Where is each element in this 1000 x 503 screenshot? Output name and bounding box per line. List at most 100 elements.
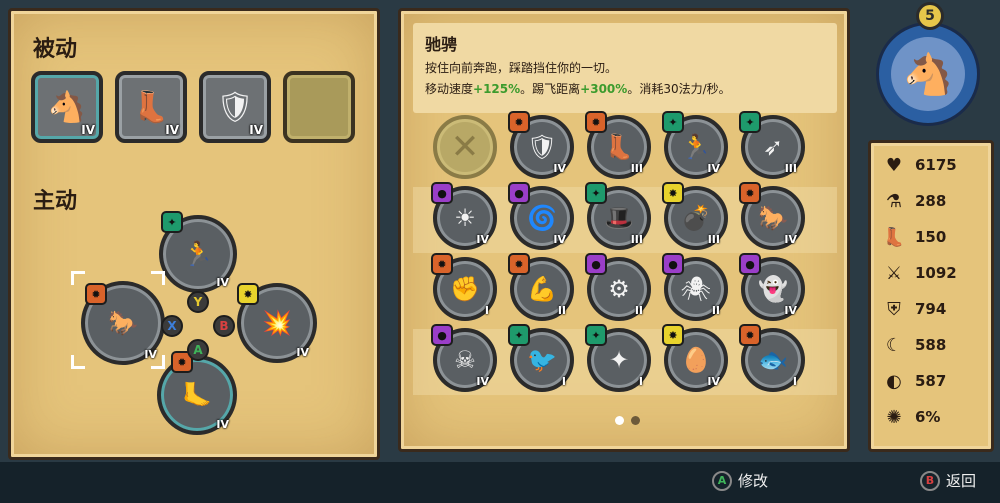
- stat-health: ♥ 6175: [879, 149, 989, 181]
- rank-label: II: [634, 304, 643, 317]
- moon-icon: ☾: [885, 334, 903, 356]
- rank-label: IV: [296, 346, 309, 359]
- crossed-swords-icon: ⚔: [885, 262, 903, 284]
- purple-badge-icon: ●: [508, 182, 530, 204]
- edit-control[interactable]: A 修改: [712, 470, 768, 491]
- edit-label: 修改: [738, 472, 769, 490]
- purple-badge-icon: ●: [431, 324, 453, 346]
- heart-icon: ♥: [885, 154, 903, 176]
- selection-corner-icon: [71, 355, 85, 369]
- rank-label: IV: [707, 162, 720, 175]
- skill-description: 驰骋 按住向前奔跑，踩踏挡住你的一切。 移动速度+125%。踢飞距离+300%。…: [413, 23, 837, 113]
- yellow-badge-icon: ✸: [237, 283, 259, 305]
- rank-label: IV: [784, 233, 797, 246]
- game-screen: 被动 🐴 IV 👢 IV 🛡 IV 主动 🏃 IV ✦ 🐎 IV ✹ 💥 IV: [0, 0, 1000, 503]
- green-badge-icon: ✦: [161, 211, 183, 233]
- stat-value: 794: [915, 300, 947, 318]
- passive-slot-4-empty[interactable]: [283, 71, 355, 143]
- yellow-badge-icon: ✸: [662, 182, 684, 204]
- selection-corner-icon: [71, 271, 85, 285]
- purple-badge-icon: ●: [739, 253, 761, 275]
- skill-cell[interactable]: ✕: [433, 115, 497, 179]
- rank-label: IV: [81, 123, 95, 137]
- stat-value: 588: [915, 336, 947, 354]
- orange-badge-icon: ✹: [85, 283, 107, 305]
- rank-label: I: [792, 375, 797, 388]
- purple-badge-icon: ●: [431, 182, 453, 204]
- orange-badge-icon: ✹: [508, 253, 530, 275]
- skill-title: 驰骋: [425, 35, 458, 54]
- stat-value: 1092: [915, 264, 957, 282]
- a-button-icon: A: [187, 339, 209, 361]
- stat-defense: ⛨ 794: [879, 293, 989, 325]
- cancel-icon: ✕: [450, 127, 480, 167]
- rank-label: I: [484, 304, 489, 317]
- purple-badge-icon: ●: [585, 253, 607, 275]
- orange-badge-icon: ✹: [431, 253, 453, 275]
- rank-label: II: [557, 304, 566, 317]
- rank-label: IV: [784, 304, 797, 317]
- rank-label: IV: [216, 418, 229, 431]
- burst-icon: ✺: [886, 406, 902, 428]
- back-control[interactable]: B 返回: [920, 470, 976, 491]
- passive-slot-2[interactable]: 👢 IV: [115, 71, 187, 143]
- orange-badge-icon: ✹: [739, 324, 761, 346]
- skill-desc-line2: 移动速度+125%。踢飞距离+300%。消耗30法力/秒。: [425, 80, 825, 97]
- active-heading: 主动: [33, 189, 78, 214]
- stat-magic-defense: ◐ 587: [879, 365, 989, 397]
- stat-value: 6175: [915, 156, 957, 174]
- rank-label: IV: [249, 123, 263, 137]
- skill-loadout-panel: 被动 🐴 IV 👢 IV 🛡 IV 主动 🏃 IV ✦ 🐎 IV ✹ 💥 IV: [8, 8, 380, 460]
- control-hints-bar: A 修改 B 返回: [0, 462, 1000, 503]
- selection-corner-icon: [151, 271, 165, 285]
- green-badge-icon: ✦: [508, 324, 530, 346]
- orange-badge-icon: ✹: [508, 111, 530, 133]
- rank-label: IV: [707, 375, 720, 388]
- yellow-badge-icon: ✸: [662, 324, 684, 346]
- stat-value: 587: [915, 372, 947, 390]
- orange-badge-icon: ✹: [739, 182, 761, 204]
- rank-label: IV: [216, 276, 229, 289]
- page-dot-active[interactable]: [615, 416, 624, 425]
- rank-label: I: [638, 375, 643, 388]
- passive-heading: 被动: [33, 37, 78, 62]
- shield-moon-icon: ◐: [886, 370, 902, 392]
- potion-icon: ⚗: [885, 190, 903, 212]
- green-badge-icon: ✦: [585, 324, 607, 346]
- boot-icon: 👢: [882, 226, 906, 248]
- y-button-icon: Y: [187, 291, 209, 313]
- stat-attack: ⚔ 1092: [879, 257, 989, 289]
- stat-speed: 👢 150: [879, 221, 989, 253]
- rank-label: I: [561, 375, 566, 388]
- desc-text: 。踢飞距离: [520, 82, 581, 96]
- kick-value: +300%: [580, 82, 628, 96]
- rank-label: III: [784, 162, 797, 175]
- stat-value: 150: [915, 228, 947, 246]
- skill-list-panel: 驰骋 按住向前奔跑，踩踏挡住你的一切。 移动速度+125%。踢飞距离+300%。…: [398, 8, 850, 452]
- level-badge: 5: [916, 2, 944, 30]
- stat-value: 6%: [915, 408, 941, 426]
- passive-slot-3[interactable]: 🛡 IV: [199, 71, 271, 143]
- rank-label: IV: [476, 233, 489, 246]
- x-button-icon: X: [161, 315, 183, 337]
- horse-portrait-icon: 🐴: [891, 37, 965, 111]
- desc-text: 移动速度: [425, 82, 474, 96]
- green-badge-icon: ✦: [739, 111, 761, 133]
- skill-desc-line1: 按住向前奔跑，踩踏挡住你的一切。: [425, 61, 618, 75]
- page-dot[interactable]: [631, 416, 640, 425]
- shield-icon: ⛨: [887, 298, 901, 320]
- stat-mana: ⚗ 288: [879, 185, 989, 217]
- active-skill-bottom[interactable]: 🦶 IV: [157, 355, 237, 435]
- rank-label: IV: [553, 233, 566, 246]
- rank-label: III: [630, 233, 643, 246]
- passive-slot-1[interactable]: 🐴 IV: [31, 71, 103, 143]
- rank-label: IV: [553, 162, 566, 175]
- b-button-icon: B: [920, 470, 940, 491]
- rank-label: III: [707, 233, 720, 246]
- green-badge-icon: ✦: [585, 182, 607, 204]
- rank-label: II: [711, 304, 720, 317]
- rank-label: III: [630, 162, 643, 175]
- hero-portrait: 🐴: [876, 22, 980, 126]
- rank-label: IV: [476, 375, 489, 388]
- b-button-icon: B: [213, 315, 235, 337]
